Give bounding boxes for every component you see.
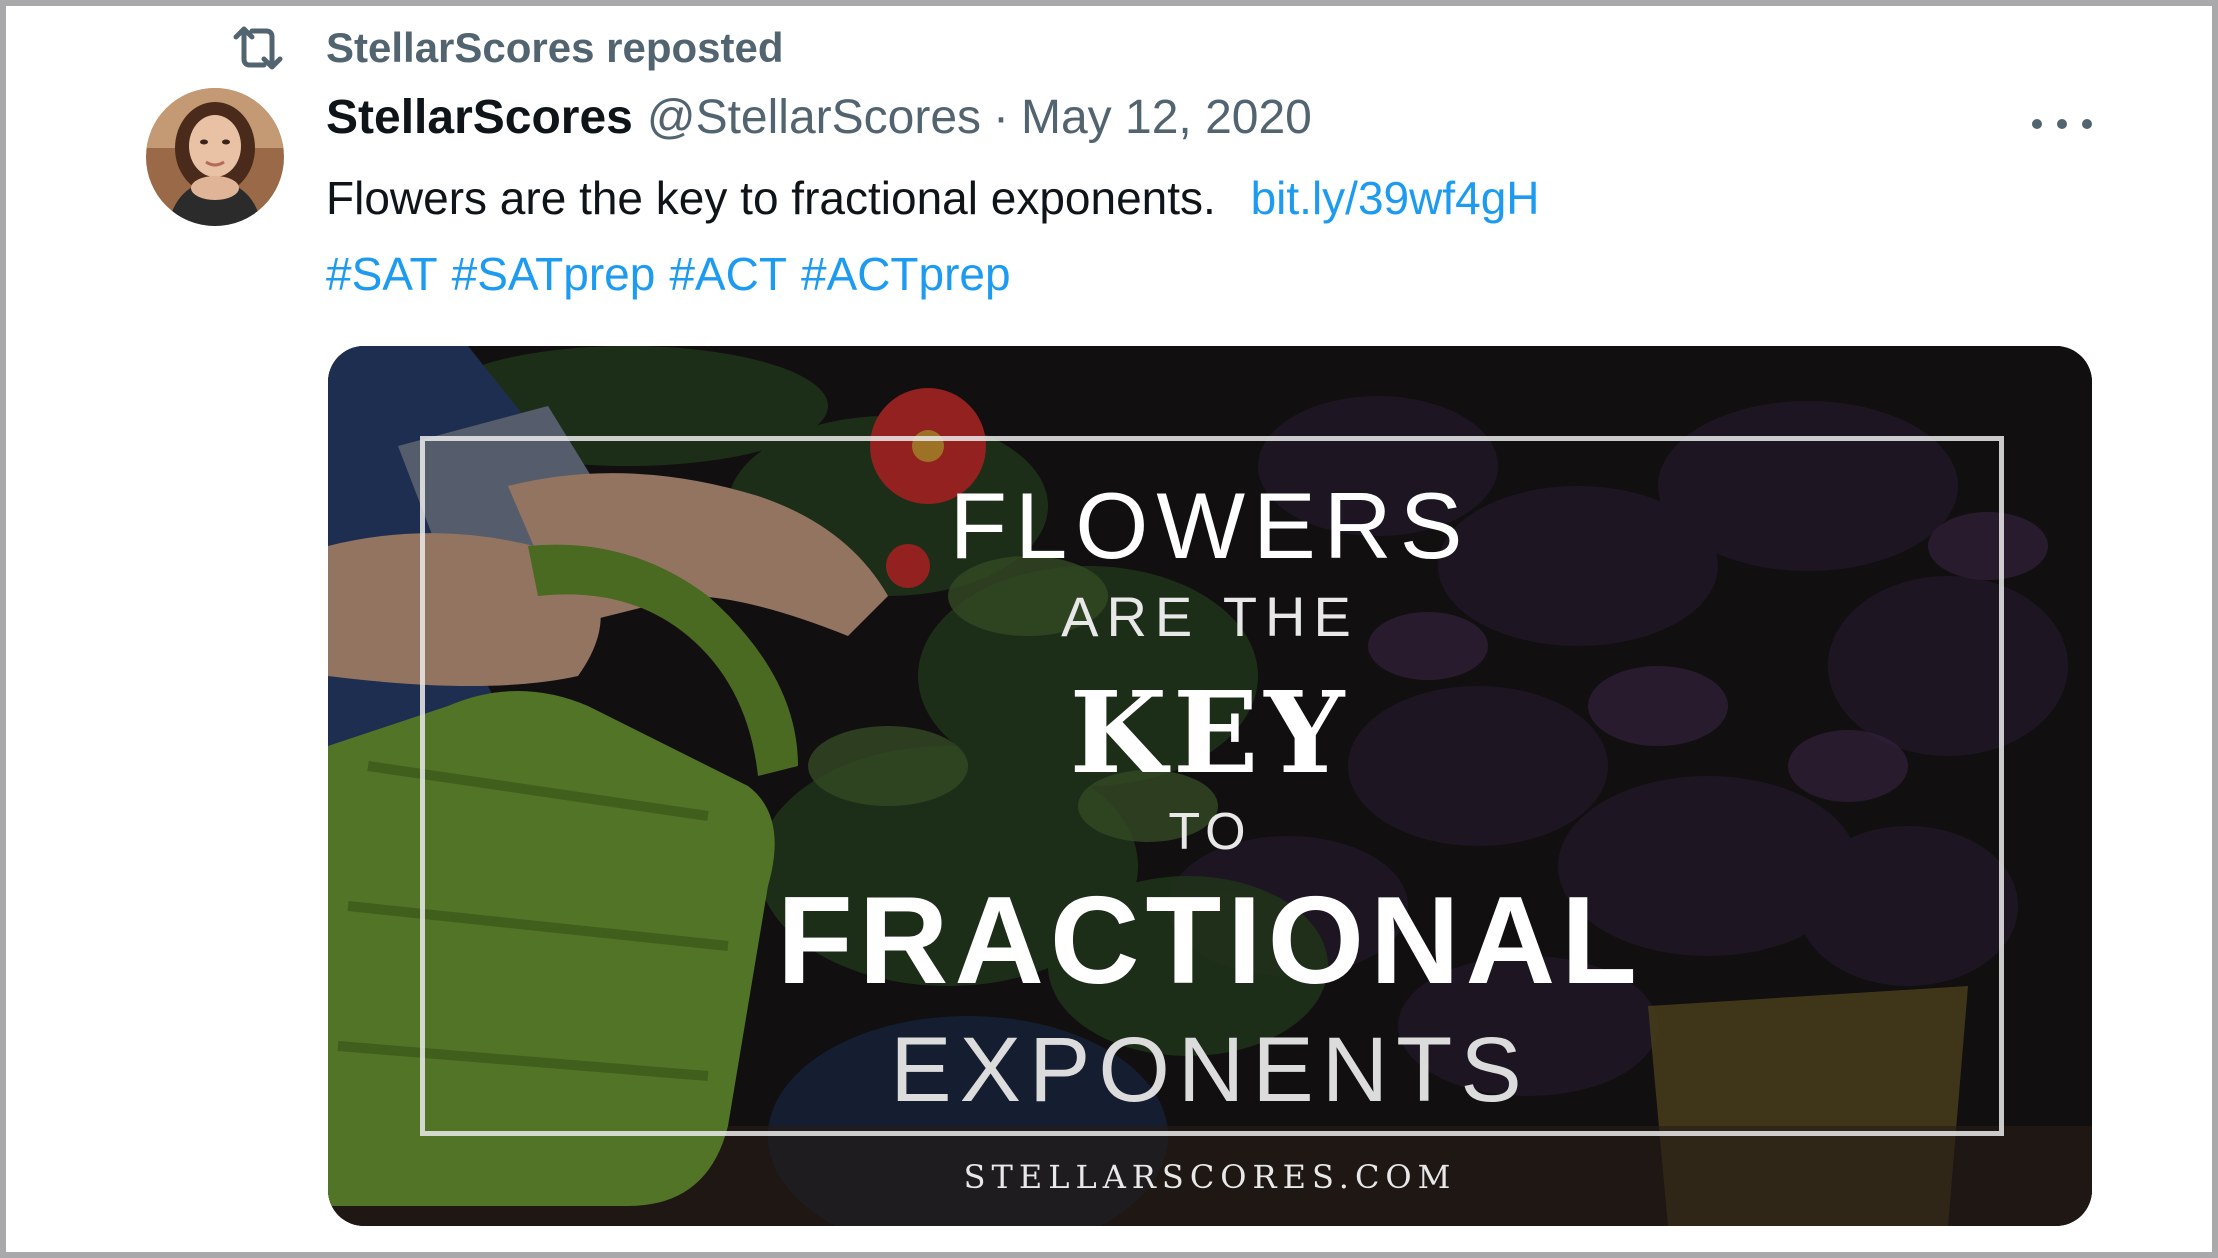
poster-footer-url: STELLARSCORES.COM: [963, 1158, 1457, 1196]
tweet-text: Flowers are the key to fractional expone…: [326, 164, 2106, 232]
hashtag-list: #SAT #SATprep #ACT #ACTprep: [326, 240, 2106, 308]
tweet-body: StellarScores @StellarScores · May 12, 2…: [326, 90, 2106, 308]
tweet-media-image[interactable]: FLOWERS ARE THE KEY TO FRACTIONAL EXPONE…: [328, 346, 2092, 1226]
repost-icon: [233, 26, 283, 70]
avatar-image: [146, 88, 284, 226]
poster-line-are-the: ARE THE: [1061, 585, 1359, 648]
repost-indicator: StellarScores reposted: [228, 20, 784, 76]
tweet-header: StellarScores @StellarScores · May 12, 2…: [326, 90, 2106, 156]
hashtag-sat[interactable]: #SAT: [326, 248, 438, 300]
separator-dot: ·: [993, 91, 1009, 144]
poster-line-to: TO: [1168, 803, 1252, 861]
display-name[interactable]: StellarScores: [326, 90, 633, 145]
tweet-frame: StellarScores reposted StellarScores @St…: [0, 0, 2218, 1258]
user-handle[interactable]: @StellarScores: [647, 90, 981, 145]
tweet-date[interactable]: May 12, 2020: [1021, 90, 1312, 145]
tweet-link[interactable]: bit.ly/39wf4gH: [1251, 172, 1540, 224]
poster-line-key: KEY: [1069, 668, 1351, 799]
poster-line-flowers: FLOWERS: [949, 473, 1471, 578]
hashtag-satprep[interactable]: #SATprep: [452, 248, 656, 300]
tweet-text-body: Flowers are the key to fractional expone…: [326, 172, 1216, 224]
repost-label[interactable]: StellarScores reposted: [326, 24, 784, 72]
hashtag-actprep[interactable]: #ACTprep: [801, 248, 1011, 300]
poster-line-exponents: EXPONENTS: [890, 1019, 1530, 1121]
avatar[interactable]: [146, 88, 284, 226]
hashtag-act[interactable]: #ACT: [669, 248, 787, 300]
poster-line-fractional: FRACTIONAL: [777, 872, 1643, 1010]
